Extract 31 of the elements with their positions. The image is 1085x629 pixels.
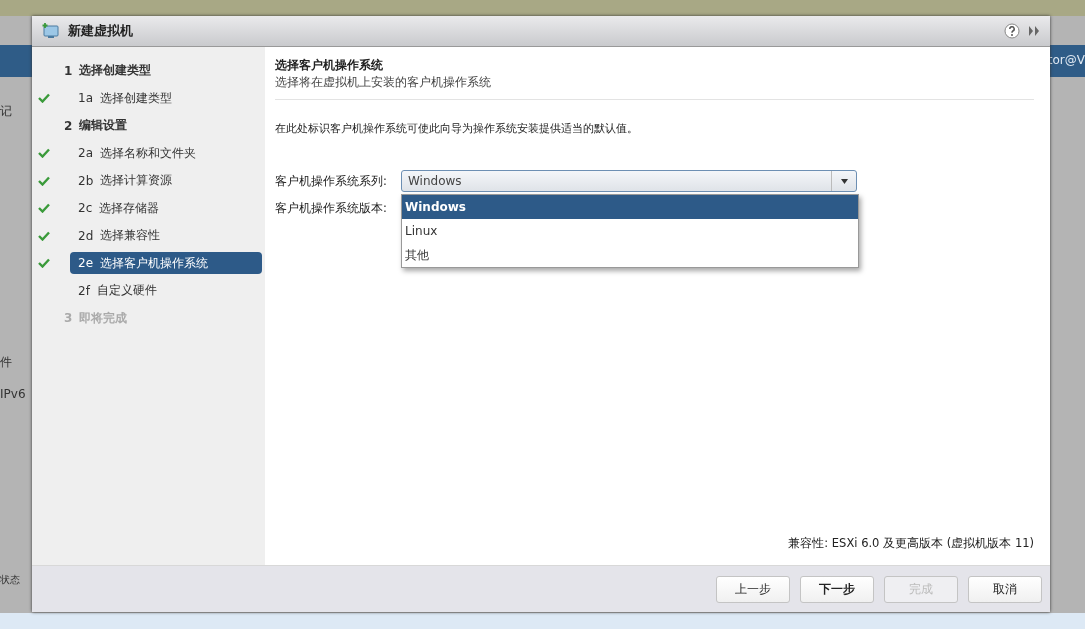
- description-text: 在此处标识客户机操作系统可使此向导为操作系统安装提供适当的默认值。: [275, 121, 639, 136]
- help-icon[interactable]: [1004, 23, 1020, 39]
- os-family-dropdown[interactable]: Windows: [401, 170, 857, 192]
- compatibility-text: 兼容性: ESXi 6.0 及更高版本 (虚拟机版本 11): [788, 536, 1034, 551]
- field-label: 客户机操作系统版本:: [275, 200, 388, 216]
- dialog-title: 新建虚拟机: [68, 22, 134, 40]
- wizard-step[interactable]: 2f 自定义硬件: [70, 279, 262, 302]
- wizard-step[interactable]: 2 编辑设置: [56, 114, 262, 137]
- wizard-step[interactable]: 2e 选择客户机操作系统: [70, 252, 262, 275]
- wizard-step[interactable]: 2b 选择计算资源: [70, 169, 262, 192]
- page-title: 选择客户机操作系统: [275, 57, 384, 74]
- background-label: 状态: [0, 573, 21, 587]
- background-label: 记: [0, 103, 13, 120]
- wizard-step[interactable]: 1 选择创建类型: [56, 59, 262, 82]
- wizard-step[interactable]: 1a 选择创建类型: [70, 87, 262, 110]
- wizard-button[interactable]: 取消: [968, 575, 1042, 603]
- dropdown-option[interactable]: 其他: [402, 243, 858, 267]
- field-label: 客户机操作系统系列:: [275, 173, 388, 189]
- wizard-button[interactable]: 上一步: [716, 575, 790, 603]
- caret-icon: [840, 178, 848, 184]
- dropdown-option[interactable]: Linux: [402, 219, 858, 243]
- dropdown-option[interactable]: Windows: [402, 195, 858, 219]
- wizard-step[interactable]: 2c 选择存储器: [70, 197, 262, 220]
- wizard-step[interactable]: 2a 选择名称和文件夹: [70, 142, 262, 165]
- background-label: IPv6: [0, 387, 27, 401]
- background-label: 件: [0, 354, 13, 371]
- expand-icon[interactable]: [1028, 24, 1040, 38]
- wizard-step[interactable]: 2d 选择兼容性: [70, 224, 262, 247]
- vm-icon: [42, 22, 60, 40]
- page-subtitle: 选择将在虚拟机上安装的客户机操作系统: [275, 74, 1034, 100]
- wizard-button[interactable]: 下一步: [800, 575, 874, 603]
